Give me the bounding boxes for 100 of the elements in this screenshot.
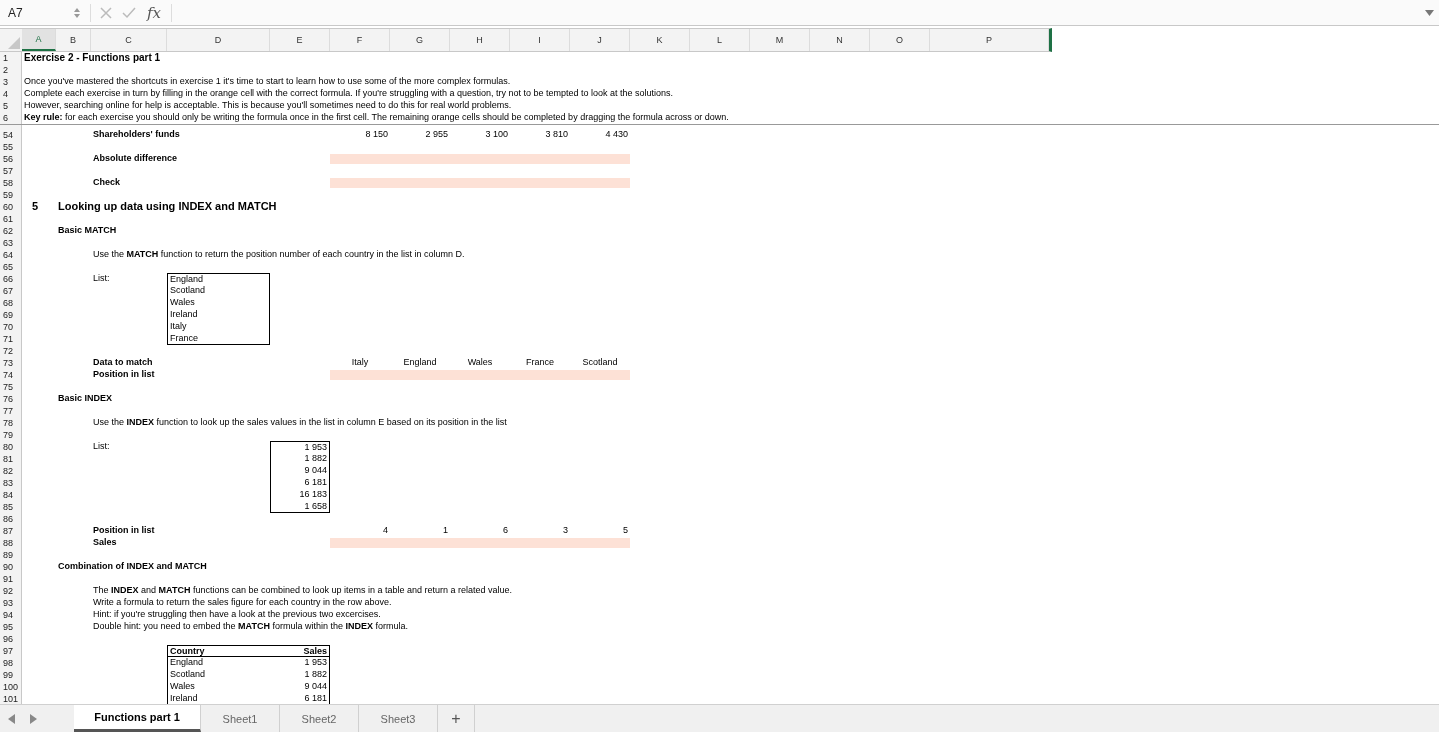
row-number[interactable]: 84 xyxy=(0,489,22,501)
row-number[interactable]: 60 xyxy=(0,201,22,213)
row-number[interactable]: 6 xyxy=(0,112,22,124)
input-cell[interactable] xyxy=(330,538,390,548)
row-number[interactable]: 63 xyxy=(0,237,22,249)
row-number[interactable]: 74 xyxy=(0,369,22,381)
row-number[interactable]: 82 xyxy=(0,465,22,477)
row-number[interactable]: 3 xyxy=(0,76,22,88)
row-number[interactable]: 85 xyxy=(0,501,22,513)
row-number[interactable]: 2 xyxy=(0,64,22,76)
row-number[interactable]: 68 xyxy=(0,297,22,309)
column-header[interactable]: J xyxy=(570,29,630,51)
add-sheet-button[interactable]: + xyxy=(438,705,475,732)
input-cell[interactable] xyxy=(570,178,630,188)
cancel-icon[interactable] xyxy=(100,6,112,19)
row-number[interactable]: 59 xyxy=(0,189,22,201)
row-number[interactable]: 5 xyxy=(0,100,22,112)
column-header[interactable]: M xyxy=(750,29,810,51)
column-header[interactable]: G xyxy=(390,29,450,51)
name-box[interactable]: A7 xyxy=(0,2,68,23)
number-cell: 1 882 xyxy=(270,669,330,681)
row-number[interactable]: 90 xyxy=(0,561,22,573)
number-cell: 1 953 xyxy=(270,657,330,669)
column-header[interactable]: C xyxy=(91,29,167,51)
row-number[interactable]: 75 xyxy=(0,381,22,393)
function-button[interactable]: fx xyxy=(147,3,161,22)
column-header[interactable]: P xyxy=(930,29,1049,51)
row-number[interactable]: 79 xyxy=(0,429,22,441)
row-number[interactable]: 54 xyxy=(0,129,22,141)
sheet-tab[interactable]: Sheet2 xyxy=(280,705,359,732)
row-number[interactable]: 95 xyxy=(0,621,22,633)
row-number[interactable]: 89 xyxy=(0,549,22,561)
sheet-tab[interactable]: Sheet3 xyxy=(359,705,438,732)
column-header[interactable]: D xyxy=(167,29,270,51)
row-number[interactable]: 67 xyxy=(0,285,22,297)
cell-label: Basic MATCH xyxy=(57,225,118,237)
row-number[interactable]: 55 xyxy=(0,141,22,153)
column-header[interactable]: A xyxy=(22,29,56,51)
row-number[interactable]: 66 xyxy=(0,273,22,285)
row-number[interactable]: 91 xyxy=(0,573,22,585)
row-number[interactable]: 70 xyxy=(0,321,22,333)
row-number[interactable]: 78 xyxy=(0,417,22,429)
cell-text: Scotland xyxy=(167,669,270,681)
column-header[interactable]: B xyxy=(56,29,91,51)
row-number[interactable]: 80 xyxy=(0,441,22,453)
number-cell: 1 882 xyxy=(270,453,330,465)
row-number[interactable]: 97 xyxy=(0,645,22,657)
row-number[interactable]: 65 xyxy=(0,261,22,273)
sheet-tab[interactable]: Sheet1 xyxy=(201,705,280,732)
input-cell[interactable] xyxy=(570,538,630,548)
row-number[interactable]: 69 xyxy=(0,309,22,321)
column-header[interactable]: N xyxy=(810,29,870,51)
sheet-tab[interactable]: Functions part 1 xyxy=(74,705,201,732)
row-number[interactable]: 96 xyxy=(0,633,22,645)
row-number[interactable]: 71 xyxy=(0,333,22,345)
row-number[interactable]: 64 xyxy=(0,249,22,261)
row-number[interactable]: 73 xyxy=(0,357,22,369)
number-cell-text: 2 955 xyxy=(424,129,449,141)
cell-text: France xyxy=(167,333,270,345)
row-number[interactable]: 92 xyxy=(0,585,22,597)
row-number[interactable]: 81 xyxy=(0,453,22,465)
column-header[interactable]: F xyxy=(330,29,390,51)
row-number[interactable]: 77 xyxy=(0,405,22,417)
row-number[interactable]: 56 xyxy=(0,153,22,165)
caret-icon[interactable] xyxy=(1425,9,1434,16)
column-header[interactable]: L xyxy=(690,29,750,51)
input-cell[interactable] xyxy=(570,370,630,380)
input-cell[interactable] xyxy=(330,154,390,164)
column-header[interactable]: I xyxy=(510,29,570,51)
row-number[interactable]: 99 xyxy=(0,669,22,681)
row-number[interactable]: 1 xyxy=(0,52,22,64)
column-heading: Sales xyxy=(270,645,330,657)
row-number[interactable]: 57 xyxy=(0,165,22,177)
row-number[interactable]: 83 xyxy=(0,477,22,489)
input-cell[interactable] xyxy=(570,154,630,164)
row-number[interactable]: 98 xyxy=(0,657,22,669)
row-number[interactable]: 58 xyxy=(0,177,22,189)
cell-text: List: xyxy=(92,273,111,285)
row-number[interactable]: 100 xyxy=(0,681,22,693)
input-cell[interactable] xyxy=(330,370,390,380)
check-icon[interactable] xyxy=(122,6,136,19)
row-number[interactable]: 86 xyxy=(0,513,22,525)
row-number[interactable]: 94 xyxy=(0,609,22,621)
row-number[interactable]: 61 xyxy=(0,213,22,225)
row-number[interactable]: 4 xyxy=(0,88,22,100)
row-number[interactable]: 88 xyxy=(0,537,22,549)
column-header[interactable]: H xyxy=(450,29,510,51)
row-number[interactable]: 76 xyxy=(0,393,22,405)
row-number[interactable]: 87 xyxy=(0,525,22,537)
input-cell[interactable] xyxy=(330,178,390,188)
column-header[interactable]: E xyxy=(270,29,330,51)
column-header[interactable]: O xyxy=(870,29,930,51)
number-cell: 9 044 xyxy=(270,681,330,693)
row-number[interactable]: 93 xyxy=(0,597,22,609)
row-number[interactable]: 62 xyxy=(0,225,22,237)
number-cell-text: 5 xyxy=(622,525,629,537)
cell-text: Use the MATCH function to return the position number of each country in the list in column D. xyxy=(92,249,466,261)
number-cell: 9 044 xyxy=(270,465,330,477)
column-header[interactable]: K xyxy=(630,29,690,51)
row-number[interactable]: 72 xyxy=(0,345,22,357)
